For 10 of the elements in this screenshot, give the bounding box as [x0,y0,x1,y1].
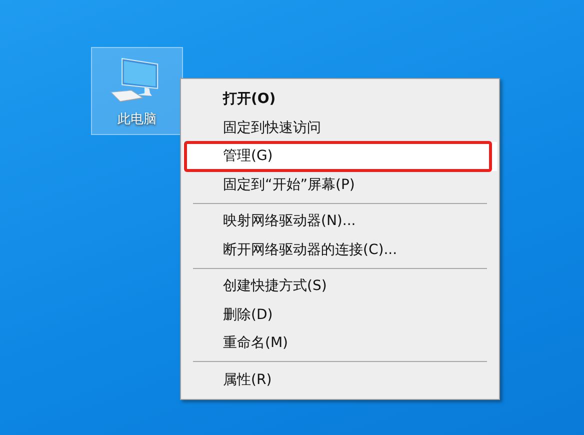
menu-item[interactable]: 打开(O) [183,85,497,114]
menu-item[interactable]: 属性(R) [183,366,497,394]
menu-item[interactable]: 重命名(M) [183,329,497,358]
menu-item[interactable]: 删除(D) [183,300,497,329]
menu-item[interactable]: 映射网络驱动器(N)... [183,207,497,236]
menu-item[interactable]: 固定到“开始”屏幕(P) [183,170,497,199]
menu-item[interactable]: 创建快捷方式(S) [183,272,497,300]
menu-item[interactable]: 断开网络驱动器的连接(C)... [183,236,497,264]
menu-item[interactable]: 固定到快速访问 [183,114,497,142]
icon-label: 此电脑 [118,111,156,128]
